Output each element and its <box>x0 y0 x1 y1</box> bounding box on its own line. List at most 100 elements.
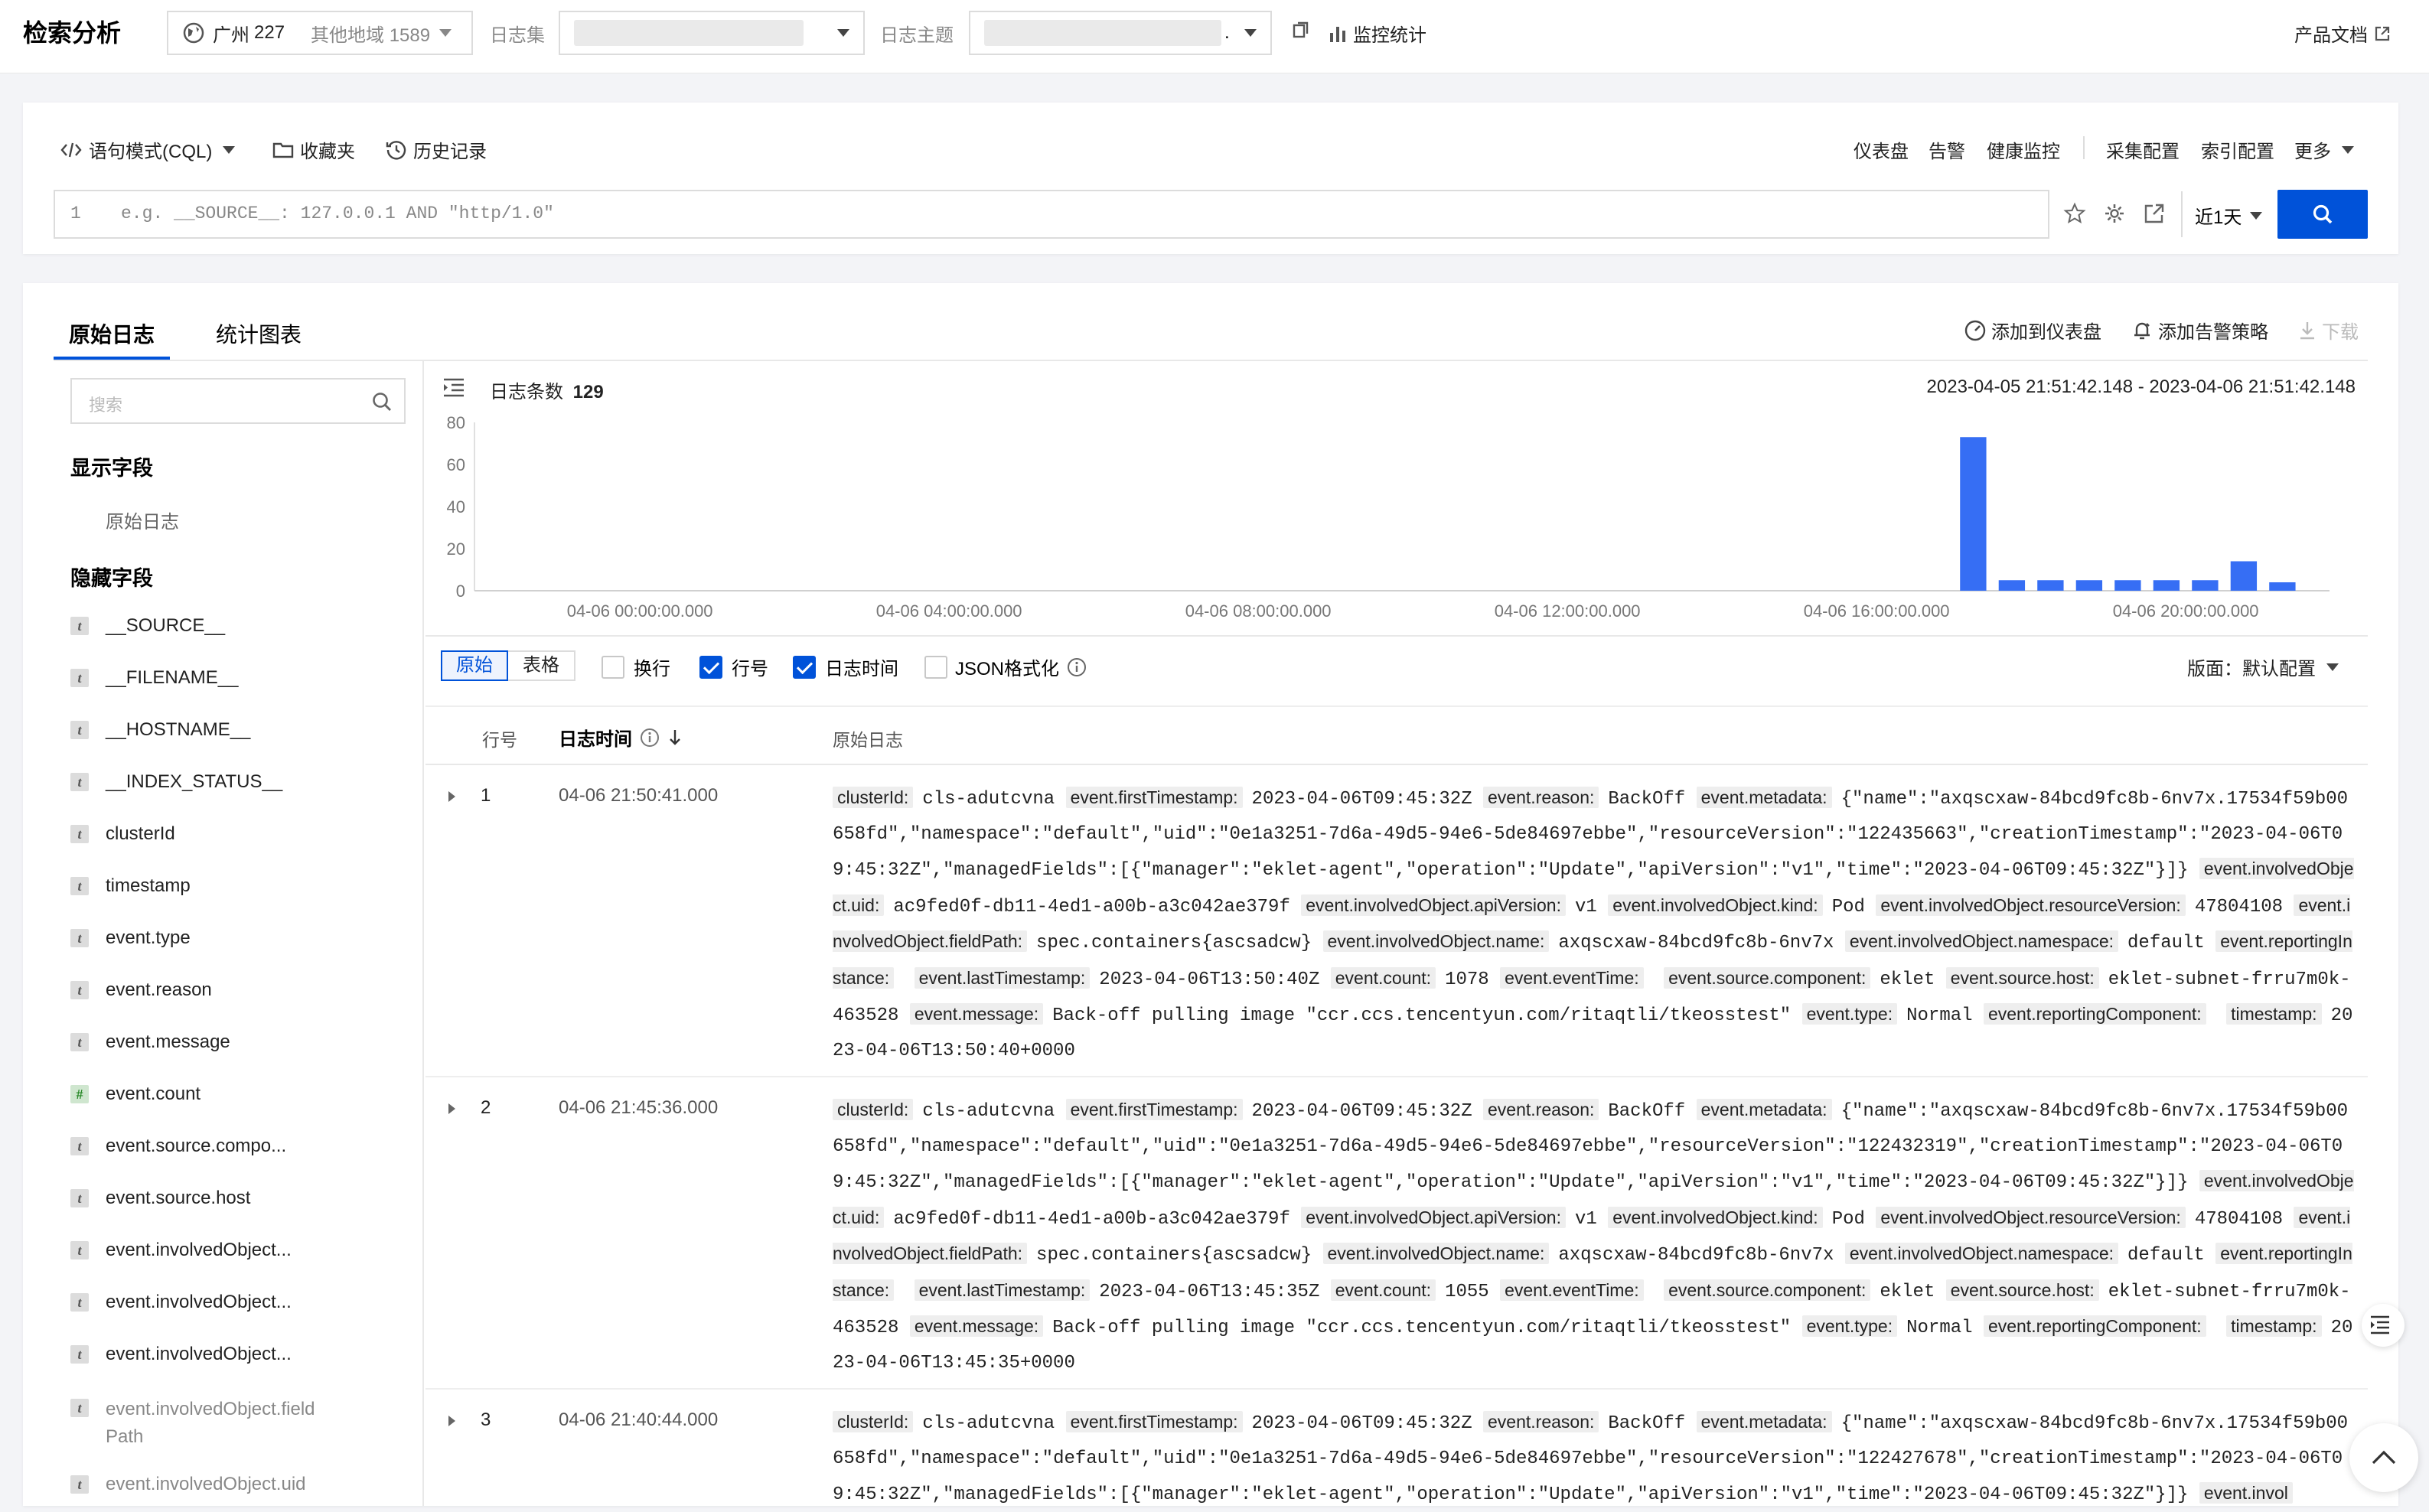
logtime-checkbox[interactable]: 日志时间 <box>793 653 898 680</box>
log-field-key: event.firstTimestamp: <box>1065 787 1243 808</box>
histogram-bar <box>1960 437 1987 591</box>
more-menu[interactable]: 更多 <box>2294 136 2354 163</box>
collect-config-link[interactable]: 采集配置 <box>2106 136 2180 163</box>
log-field-key: event.source.component: <box>1664 1279 1871 1301</box>
hidden-field-item[interactable]: t event.involvedObject.uid <box>70 1474 306 1495</box>
search-button[interactable] <box>2277 190 2368 239</box>
log-field-key: event.reportingComponent: <box>1983 1315 2206 1337</box>
code-icon <box>60 142 82 157</box>
share-icon[interactable] <box>2143 202 2166 225</box>
hidden-field-item[interactable]: t event.source.host <box>70 1188 250 1209</box>
tab-chart[interactable]: 统计图表 <box>216 318 302 349</box>
monitor-link[interactable]: 监控统计 <box>1329 20 1426 47</box>
download-button[interactable]: 下载 <box>2297 317 2359 344</box>
query-mode-select[interactable]: 语句模式(CQL) <box>60 136 236 163</box>
raw-view-button[interactable]: 原始 <box>441 650 508 681</box>
hidden-field-item[interactable]: t __FILENAME__ <box>70 667 238 689</box>
log-field-key: event.lastTimestamp: <box>914 966 1091 989</box>
text-type-icon: t <box>70 1345 89 1364</box>
chevron-down-icon <box>2342 145 2354 154</box>
chevron-up-icon <box>2372 1450 2396 1465</box>
floating-menu-button[interactable] <box>2362 1304 2405 1347</box>
page-title: 检索分析 <box>23 19 122 47</box>
row-number: 2 <box>481 1097 491 1118</box>
collapse-list-icon[interactable] <box>442 376 465 398</box>
globe-icon <box>183 22 204 44</box>
log-histogram-chart: 0 20 40 60 80 04-06 00:00:00.000 04-06 04:00:0… <box>447 413 2330 621</box>
back-to-top-button[interactable] <box>2349 1423 2418 1492</box>
hidden-field-item[interactable]: t clusterId <box>70 823 175 845</box>
expand-arrow-icon[interactable] <box>448 1416 455 1426</box>
hidden-field-item[interactable]: t event.involvedObject... <box>70 1292 292 1313</box>
chevron-down-icon <box>1244 29 1257 37</box>
index-config-link[interactable]: 索引配置 <box>2201 136 2274 163</box>
hidden-field-item[interactable]: # event.count <box>70 1083 201 1105</box>
log-field-key: event.involvedObject.namespace: <box>1844 1243 2119 1264</box>
hidden-field-item[interactable]: t __SOURCE__ <box>70 615 225 637</box>
search-icon <box>373 393 391 411</box>
query-placeholder: e.g. __SOURCE__: 127.0.0.1 AND "http/1.0… <box>121 204 554 223</box>
logset-select[interactable] <box>559 11 865 55</box>
x-tick-label: 04-06 20:00:00.000 <box>2113 601 2259 621</box>
health-monitor-link[interactable]: 健康监控 <box>1987 136 2060 163</box>
layout-select[interactable]: 版面：默认配置 <box>2187 653 2339 680</box>
log-field-key: event.involvedObject.resourceVersion: <box>1876 1206 2186 1228</box>
log-main: 日志条数 129 2023-04-05 21:51:42.148 - 2023-… <box>425 361 2368 1506</box>
x-tick-label: 04-06 00:00:00.000 <box>567 601 713 621</box>
region-select[interactable]: 广州 227 其他地域 1589 <box>167 11 473 55</box>
col-time[interactable]: 日志时间 <box>559 724 683 751</box>
x-tick-label: 04-06 04:00:00.000 <box>876 601 1022 621</box>
hidden-field-item[interactable]: t event.involvedObject.field Path <box>70 1396 335 1451</box>
hidden-field-item[interactable]: t event.involvedObject... <box>70 1240 292 1261</box>
divider <box>2048 191 2049 237</box>
add-dashboard-label: 添加到仪表盘 <box>1991 322 2101 343</box>
dashboard-link[interactable]: 仪表盘 <box>1854 136 1909 163</box>
sort-down-icon[interactable] <box>667 728 683 747</box>
wrap-checkbox[interactable]: 换行 <box>602 653 670 680</box>
query-input[interactable]: 1 e.g. __SOURCE__: 127.0.0.1 AND "http/1… <box>54 190 2049 239</box>
chevron-down-icon <box>223 145 236 154</box>
expand-arrow-icon[interactable] <box>448 791 455 802</box>
log-field-key: event.involvedObject.namespace: <box>1844 930 2119 952</box>
copy-icon[interactable] <box>1292 20 1312 40</box>
tab-raw-log[interactable]: 原始日志 <box>69 318 155 349</box>
history-button[interactable]: 历史记录 <box>386 136 487 163</box>
hidden-field-item[interactable]: t __INDEX_STATUS__ <box>70 771 282 793</box>
field-name: __SOURCE__ <box>106 615 226 636</box>
text-type-icon: t <box>70 773 89 791</box>
time-range-select[interactable] <box>2181 191 2190 237</box>
hidden-field-item[interactable]: t event.involvedObject... <box>70 1344 292 1365</box>
col-time-label: 日志时间 <box>559 729 632 750</box>
chevron-down-icon <box>439 29 452 37</box>
info-icon <box>1068 657 1087 676</box>
table-view-button[interactable]: 表格 <box>508 650 575 681</box>
docs-link[interactable]: 产品文档 <box>2294 20 2391 47</box>
hidden-field-item[interactable]: t event.message <box>70 1031 230 1053</box>
topic-select[interactable]: . <box>969 11 1272 55</box>
region-count: 227 <box>254 22 285 43</box>
add-alarm-button[interactable]: 添加告警策略 <box>2131 317 2268 344</box>
alarm-link[interactable]: 告警 <box>1929 136 1965 163</box>
histogram-bar <box>2037 580 2064 591</box>
add-alarm-label: 添加告警策略 <box>2158 322 2268 343</box>
bar-chart-icon <box>1330 26 1345 42</box>
hidden-field-item[interactable]: t __HOSTNAME__ <box>70 719 250 741</box>
hidden-field-item[interactable]: t timestamp <box>70 875 191 897</box>
expand-arrow-icon[interactable] <box>448 1103 455 1114</box>
add-dashboard-button[interactable]: 添加到仪表盘 <box>1964 317 2101 344</box>
topic-label: 日志主题 <box>880 25 954 46</box>
gear-icon[interactable] <box>2103 202 2126 225</box>
star-icon[interactable] <box>2063 202 2086 225</box>
log-field-key: event.metadata: <box>1696 787 1832 808</box>
shown-field-raw-log[interactable]: 原始日志 <box>106 507 179 533</box>
list-menu-icon <box>2371 1315 2389 1334</box>
favorites-button[interactable]: 收藏夹 <box>272 136 355 163</box>
json-format-checkbox[interactable]: JSON格式化 <box>924 653 1087 680</box>
hidden-field-item[interactable]: t event.source.compo... <box>70 1136 286 1157</box>
row-time: 04-06 21:50:41.000 <box>559 785 719 806</box>
lineno-checkbox[interactable]: 行号 <box>699 653 768 680</box>
field-search-input[interactable]: 搜索 <box>70 378 406 424</box>
hidden-field-item[interactable]: t event.type <box>70 927 191 949</box>
hidden-field-item[interactable]: t event.reason <box>70 979 212 1001</box>
field-name: event.involvedObject... <box>106 1344 292 1364</box>
